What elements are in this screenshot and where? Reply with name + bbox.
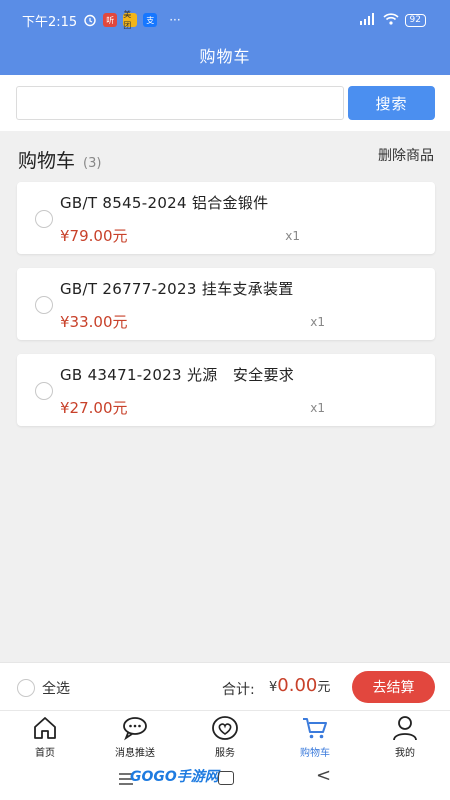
search-bar: 搜索 bbox=[0, 75, 450, 131]
status-time: 下午2:15 bbox=[22, 14, 78, 30]
checkout-button[interactable]: 去结算 bbox=[352, 671, 435, 703]
checkout-bar: 全选 合计: ¥0.00元 去结算 bbox=[0, 662, 450, 710]
page-title: 购物车 bbox=[199, 47, 251, 66]
search-input[interactable] bbox=[16, 86, 344, 120]
cart-item[interactable]: GB/T 8545-2024 铝合金锻件 ¥79.00元 x1 bbox=[17, 182, 435, 254]
item-name: GB 43471-2023 光源 安全要求 bbox=[60, 366, 295, 384]
cart-count: (3) bbox=[83, 156, 102, 171]
heart-icon bbox=[212, 716, 238, 740]
app-badge-icon: 听 bbox=[103, 13, 118, 27]
cart-heading: 购物车 (3) bbox=[18, 146, 101, 173]
item-name: GB/T 26777-2023 挂车支承装置 bbox=[60, 280, 294, 298]
alipay-badge-icon: 支 bbox=[143, 13, 158, 27]
total-value: 0.00 bbox=[277, 675, 318, 696]
battery-indicator: 92 bbox=[404, 13, 426, 27]
item-select-radio[interactable] bbox=[35, 382, 53, 400]
tab-label: 服务 bbox=[215, 748, 235, 759]
tab-services[interactable]: 服务 bbox=[180, 711, 270, 760]
watermark-logo: GOGO手游网 bbox=[130, 769, 219, 785]
item-select-radio[interactable] bbox=[35, 210, 53, 228]
signal-icon bbox=[359, 12, 377, 28]
item-price: ¥27.00元 bbox=[60, 399, 128, 417]
status-bar-left: 下午2:15 听 美团 支 ··· bbox=[22, 10, 181, 30]
item-quantity: x1 bbox=[310, 315, 325, 329]
status-bar-right: 92 bbox=[359, 10, 426, 30]
tab-label: 我的 bbox=[395, 748, 415, 759]
tab-cart[interactable]: 购物车 bbox=[270, 711, 360, 760]
app-header: 下午2:15 听 美团 支 ··· 92 购物车 bbox=[0, 0, 450, 75]
person-icon bbox=[393, 716, 417, 741]
select-all-radio[interactable] bbox=[17, 679, 35, 697]
item-quantity: x1 bbox=[285, 229, 300, 243]
tab-home[interactable]: 首页 bbox=[0, 711, 90, 760]
search-button[interactable]: 搜索 bbox=[348, 86, 435, 120]
meituan-badge-icon: 美团 bbox=[123, 10, 138, 30]
total-label: 合计: bbox=[222, 682, 255, 698]
wifi-icon bbox=[382, 12, 399, 28]
back-nav-icon[interactable]: < bbox=[316, 765, 331, 786]
cart-item[interactable]: GB 43471-2023 光源 安全要求 ¥27.00元 x1 bbox=[17, 354, 435, 426]
tab-label: 购物车 bbox=[300, 748, 330, 759]
select-all-label[interactable]: 全选 bbox=[42, 678, 70, 698]
tab-messages[interactable]: 消息推送 bbox=[90, 711, 180, 760]
currency-unit: 元 bbox=[317, 680, 331, 695]
tab-label: 消息推送 bbox=[115, 748, 155, 759]
cart-item[interactable]: GB/T 26777-2023 挂车支承装置 ¥33.00元 x1 bbox=[17, 268, 435, 340]
cart-title: 购物车 bbox=[18, 150, 76, 172]
alarm-icon bbox=[83, 13, 97, 27]
item-name: GB/T 8545-2024 铝合金锻件 bbox=[60, 194, 269, 212]
home-icon bbox=[34, 717, 56, 739]
more-notifications: ··· bbox=[169, 13, 181, 27]
item-price: ¥33.00元 bbox=[60, 313, 128, 331]
cart-icon bbox=[303, 718, 327, 739]
home-nav-icon[interactable] bbox=[218, 771, 234, 785]
item-select-radio[interactable] bbox=[35, 296, 53, 314]
delete-items-button[interactable]: 删除商品 bbox=[378, 145, 434, 165]
item-price: ¥79.00元 bbox=[60, 227, 128, 245]
message-icon bbox=[123, 717, 147, 741]
total-amount: ¥0.00元 bbox=[269, 675, 330, 696]
tab-label: 首页 bbox=[35, 748, 55, 759]
tab-profile[interactable]: 我的 bbox=[360, 711, 450, 760]
item-quantity: x1 bbox=[310, 401, 325, 415]
bottom-tab-bar: 首页 消息推送 服务 购物车 我的 bbox=[0, 710, 450, 760]
